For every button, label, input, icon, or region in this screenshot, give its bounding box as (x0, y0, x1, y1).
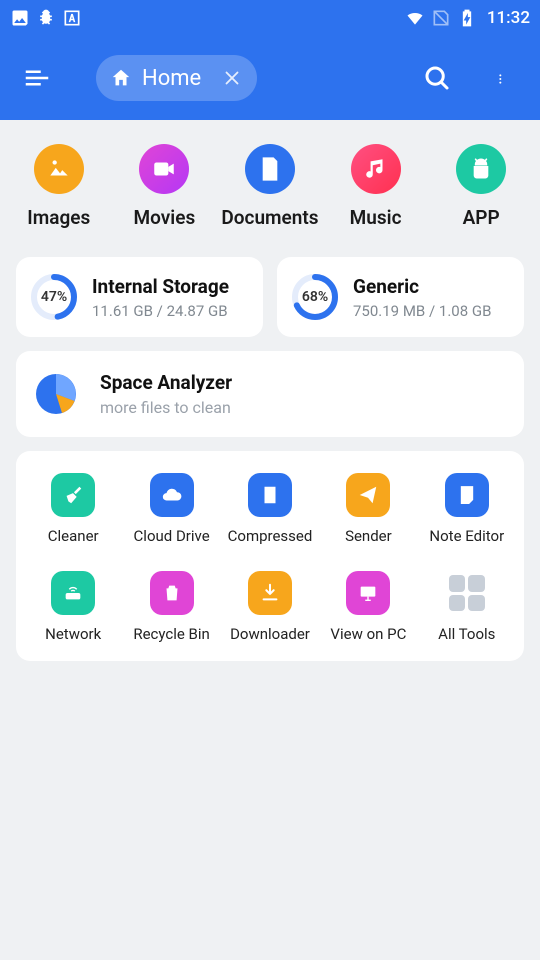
storage-card-internal[interactable]: 47% Internal Storage 11.61 GB / 24.87 GB (16, 257, 263, 337)
monitor-icon (346, 571, 390, 615)
tool-label: Sender (345, 527, 392, 545)
music-icon (351, 144, 401, 194)
note-icon (445, 473, 489, 517)
search-button[interactable] (420, 61, 454, 95)
space-analyzer-card[interactable]: Space Analyzer more files to clean (16, 351, 524, 437)
hamburger-button[interactable] (20, 61, 54, 95)
tool-all-tools[interactable]: All Tools (418, 571, 516, 643)
category-row: Images Movies Documents Music APP (0, 120, 540, 239)
images-icon (34, 144, 84, 194)
donut-pct: 68% (302, 289, 328, 305)
category-label: Music (350, 206, 402, 229)
app-bar: Home (0, 36, 540, 120)
tool-recycle-bin[interactable]: Recycle Bin (122, 571, 220, 643)
tool-downloader[interactable]: Downloader (221, 571, 319, 643)
breadcrumb-label: Home (142, 66, 201, 91)
tool-label: Cloud Drive (134, 527, 210, 545)
breadcrumb-home-chip[interactable]: Home (96, 55, 257, 101)
storage-card-generic[interactable]: 68% Generic 750.19 MB / 1.08 GB (277, 257, 524, 337)
bug-icon (36, 8, 56, 28)
donut-chart-icon: 68% (291, 273, 339, 321)
status-right: 11:32 (405, 8, 530, 28)
tool-label: Compressed (228, 527, 313, 545)
tool-note-editor[interactable]: Note Editor (418, 473, 516, 545)
donut-pct: 47% (41, 289, 67, 305)
tool-label: Cleaner (48, 527, 99, 545)
tool-cleaner[interactable]: Cleaner (24, 473, 122, 545)
storage-sub: 750.19 MB / 1.08 GB (353, 302, 491, 320)
trash-icon (150, 571, 194, 615)
zip-icon (248, 473, 292, 517)
pie-chart-icon (34, 372, 78, 416)
category-label: Documents (221, 206, 318, 229)
kebab-menu-button[interactable] (486, 61, 520, 95)
status-time: 11:32 (487, 8, 530, 28)
category-movies[interactable]: Movies (112, 144, 216, 229)
category-music[interactable]: Music (324, 144, 428, 229)
category-documents[interactable]: Documents (218, 144, 322, 229)
status-bar: 11:32 (0, 0, 540, 36)
storage-row: 47% Internal Storage 11.61 GB / 24.87 GB… (0, 239, 540, 337)
documents-icon (245, 144, 295, 194)
tool-view-on-pc[interactable]: View on PC (319, 571, 417, 643)
send-icon (346, 473, 390, 517)
wifi-icon (405, 8, 425, 28)
close-icon[interactable] (221, 67, 243, 89)
battery-charging-icon (457, 8, 477, 28)
tools-card: Cleaner Cloud Drive Compressed Sender No… (16, 451, 524, 661)
tool-cloud-drive[interactable]: Cloud Drive (122, 473, 220, 545)
storage-sub: 11.61 GB / 24.87 GB (92, 302, 229, 320)
grid-icon (445, 571, 489, 615)
no-sim-icon (431, 8, 451, 28)
category-label: Movies (134, 206, 196, 229)
android-icon (456, 144, 506, 194)
cloud-icon (150, 473, 194, 517)
tool-label: Downloader (230, 625, 310, 643)
category-app[interactable]: APP (429, 144, 533, 229)
tool-label: All Tools (438, 625, 495, 643)
analyzer-title: Space Analyzer (100, 371, 232, 394)
font-icon (62, 8, 82, 28)
router-icon (51, 571, 95, 615)
tool-label: View on PC (330, 625, 406, 643)
home-icon (110, 67, 132, 89)
storage-title: Internal Storage (92, 275, 229, 298)
status-left (10, 8, 82, 28)
category-images[interactable]: Images (7, 144, 111, 229)
tool-label: Recycle Bin (133, 625, 210, 643)
tools-grid: Cleaner Cloud Drive Compressed Sender No… (24, 473, 516, 643)
tool-label: Note Editor (429, 527, 504, 545)
download-icon (248, 571, 292, 615)
tool-sender[interactable]: Sender (319, 473, 417, 545)
broom-icon (51, 473, 95, 517)
analyzer-sub: more files to clean (100, 398, 232, 417)
tool-network[interactable]: Network (24, 571, 122, 643)
category-label: Images (27, 206, 90, 229)
tool-compressed[interactable]: Compressed (221, 473, 319, 545)
picture-icon (10, 8, 30, 28)
movies-icon (139, 144, 189, 194)
donut-chart-icon: 47% (30, 273, 78, 321)
category-label: APP (463, 206, 500, 229)
storage-title: Generic (353, 275, 491, 298)
tool-label: Network (45, 625, 101, 643)
